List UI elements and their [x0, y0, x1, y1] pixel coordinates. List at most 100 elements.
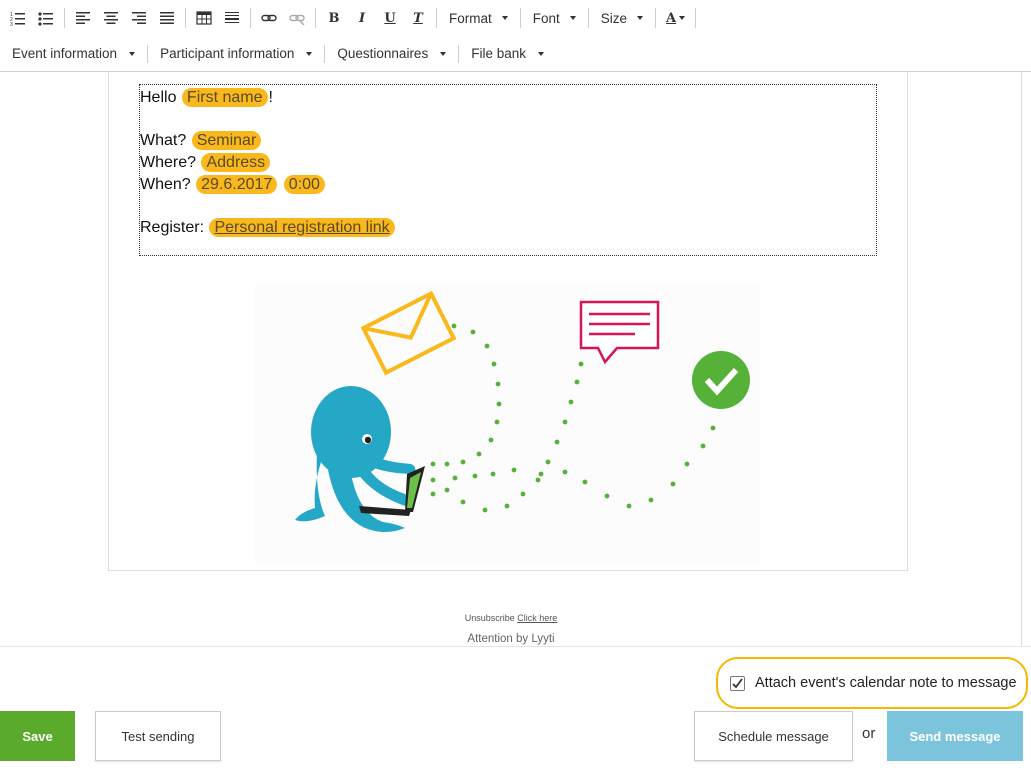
participant-information-dropdown[interactable]: Participant information — [152, 40, 320, 68]
what-line: What? Seminar — [140, 130, 876, 152]
insert-toolbar: Event information Participant informatio… — [0, 36, 1031, 72]
bullet-list-icon — [38, 12, 53, 26]
schedule-message-button[interactable]: Schedule message — [694, 711, 853, 761]
font-dropdown-label: Font — [532, 10, 560, 26]
toolbar-separator — [147, 44, 149, 63]
horizontal-rule-button[interactable] — [218, 4, 246, 32]
bold-button[interactable]: B — [320, 4, 348, 32]
underline-button[interactable]: U — [376, 4, 404, 32]
hello-text: Hello — [140, 89, 177, 106]
attach-calendar-note-option[interactable]: Attach event's calendar note to message — [716, 657, 1028, 709]
align-right-button[interactable] — [125, 4, 153, 32]
what-label: What? — [140, 132, 187, 149]
align-center-icon — [104, 12, 118, 24]
date-tag[interactable]: 29.6.2017 — [196, 175, 278, 194]
event-name-tag[interactable]: Seminar — [191, 131, 262, 150]
attention-footer: Attention by Lyyti — [467, 633, 555, 645]
text-color-dropdown[interactable]: A — [660, 4, 691, 32]
text-color-icon: A — [666, 10, 677, 26]
unsubscribe-link[interactable]: Click here — [517, 613, 557, 623]
link-button[interactable] — [255, 4, 283, 32]
toolbar-separator — [250, 8, 251, 28]
italic-button[interactable]: I — [348, 4, 376, 32]
toolbar-separator — [324, 44, 326, 63]
justify-button[interactable] — [153, 4, 181, 32]
attach-calendar-checkbox[interactable] — [730, 675, 745, 691]
align-left-button[interactable] — [69, 4, 97, 32]
questionnaires-label: Questionnaires — [337, 46, 429, 61]
questionnaires-dropdown[interactable]: Questionnaires — [329, 40, 454, 68]
format-dropdown[interactable]: Format — [441, 4, 516, 32]
attach-calendar-label: Attach event's calendar note to message — [755, 675, 1017, 691]
bullet-list-button[interactable] — [32, 4, 60, 32]
numbered-list-icon: 123 — [10, 12, 25, 26]
chevron-down-icon — [440, 51, 447, 56]
action-bar: Attach event's calendar note to message … — [0, 646, 1031, 778]
horizontal-rule-icon — [225, 12, 239, 23]
formatting-toolbar: 123 B I U T Format Font Size A — [0, 0, 1031, 36]
file-bank-dropdown[interactable]: File bank — [463, 40, 552, 68]
toolbar-separator — [185, 8, 186, 28]
size-dropdown-label: Size — [600, 10, 628, 26]
or-separator: or — [862, 725, 876, 742]
send-message-button[interactable]: Send message — [887, 711, 1023, 761]
size-dropdown[interactable]: Size — [593, 4, 651, 32]
clear-formatting-button[interactable]: T — [404, 4, 432, 32]
toolbar-separator — [315, 8, 316, 28]
file-bank-label: File bank — [471, 46, 526, 61]
address-tag[interactable]: Address — [201, 153, 271, 172]
align-left-icon — [76, 12, 90, 24]
align-center-button[interactable] — [97, 4, 125, 32]
chevron-down-icon — [129, 51, 136, 56]
numbered-list-button[interactable]: 123 — [4, 4, 32, 32]
unsubscribe-footer: Unsubscribe Click here — [0, 613, 1021, 623]
where-line: Where? Address — [140, 152, 876, 174]
table-button[interactable] — [190, 4, 218, 32]
event-information-label: Event information — [12, 46, 118, 61]
when-line: When? 29.6.2017 0:00 — [140, 174, 876, 196]
unsubscribe-text: Unsubscribe — [464, 613, 515, 623]
chevron-down-icon — [537, 51, 544, 56]
chevron-down-icon — [679, 16, 686, 20]
time-tag[interactable]: 0:00 — [283, 175, 325, 194]
participant-information-label: Participant information — [160, 46, 295, 61]
first-name-tag[interactable]: First name — [181, 88, 268, 107]
justify-icon — [160, 12, 174, 24]
chevron-down-icon — [637, 16, 644, 20]
link-icon — [261, 14, 277, 22]
register-label: Register: — [140, 219, 205, 236]
unlink-button[interactable] — [283, 4, 311, 32]
test-sending-button[interactable]: Test sending — [95, 711, 221, 761]
chevron-down-icon — [306, 51, 313, 56]
toolbar-separator — [587, 8, 589, 28]
italic-icon: I — [358, 10, 366, 26]
font-dropdown[interactable]: Font — [525, 4, 584, 32]
event-information-dropdown[interactable]: Event information — [4, 40, 143, 68]
chevron-down-icon — [569, 16, 576, 20]
align-right-icon — [132, 12, 146, 24]
toolbar-separator — [458, 44, 460, 63]
format-dropdown-label: Format — [449, 10, 492, 26]
registration-link-tag[interactable]: Personal registration link — [209, 218, 395, 237]
save-button[interactable]: Save — [0, 711, 75, 761]
toolbar-separator — [695, 8, 697, 28]
where-label: Where? — [140, 154, 197, 171]
toolbar-separator — [655, 8, 657, 28]
message-body[interactable]: Hello First name! What? Seminar Where? A… — [139, 84, 877, 256]
check-circle-icon — [692, 351, 750, 409]
register-line: Register: Personal registration link — [140, 217, 876, 239]
toolbar-separator — [64, 8, 65, 28]
toolbar-separator — [519, 8, 521, 28]
toolbar-separator — [436, 8, 437, 28]
greeting-line: Hello First name! — [140, 87, 876, 109]
checkmark-icon — [732, 677, 743, 688]
bold-icon: B — [328, 10, 340, 26]
exclaim-text: ! — [268, 89, 273, 106]
octopus-illustration — [255, 284, 760, 564]
when-label: When? — [140, 176, 191, 193]
clear-formatting-icon: T — [413, 10, 423, 26]
unlink-icon — [289, 14, 305, 26]
svg-text:3: 3 — [10, 22, 13, 26]
message-editor[interactable]: Hello First name! What? Seminar Where? A… — [0, 72, 1022, 646]
table-icon — [196, 11, 212, 25]
